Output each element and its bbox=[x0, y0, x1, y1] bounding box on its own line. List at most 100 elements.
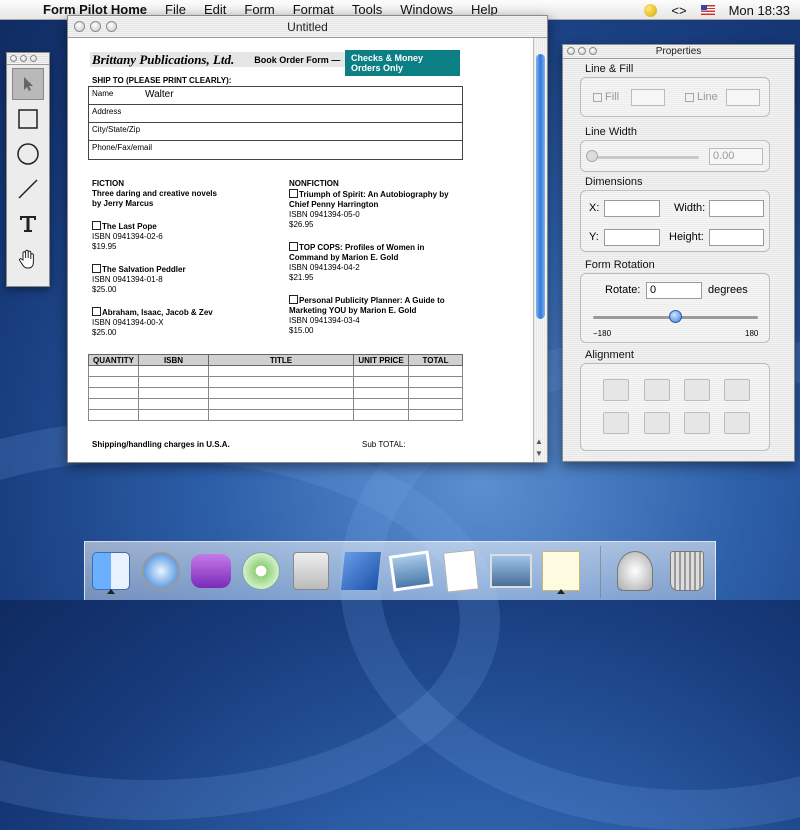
brand-name: Brittany Publications, Ltd. bbox=[92, 51, 235, 67]
finder-icon[interactable] bbox=[89, 548, 133, 594]
book-isbn: ISBN 0941394-05-0 bbox=[289, 210, 360, 219]
nonfiction-column: NONFICTION Triumph of Spirit: An Autobio… bbox=[289, 179, 449, 336]
order-table: QUANTITY ISBN TITLE UNIT PRICE TOTAL bbox=[88, 354, 463, 421]
form-pilot-icon[interactable] bbox=[539, 548, 583, 594]
form-label: Book Order Form — bbox=[254, 54, 341, 65]
mail-server-icon[interactable] bbox=[613, 548, 657, 594]
y-field[interactable] bbox=[604, 229, 660, 246]
dimensions-group: X: Width: Y: Height: bbox=[580, 190, 770, 252]
scroll-down-arrow-icon[interactable]: ▼ bbox=[535, 449, 543, 458]
book-title-line2: Chief Penny Harrington bbox=[289, 200, 379, 209]
itunes-icon[interactable] bbox=[239, 548, 283, 594]
us-flag-icon[interactable] bbox=[700, 5, 715, 15]
book-item: TOP COPS: Profiles of Women in Command by… bbox=[289, 242, 449, 283]
rotate-label: Rotate: bbox=[605, 284, 641, 296]
vertical-scrollbar[interactable]: ▲ ▼ bbox=[533, 38, 547, 462]
align-middle-button[interactable] bbox=[644, 379, 670, 401]
table-row[interactable] bbox=[88, 365, 463, 377]
name-value[interactable]: Walter bbox=[145, 89, 174, 100]
rotation-slider-knob[interactable] bbox=[669, 310, 682, 323]
table-row[interactable] bbox=[88, 398, 463, 410]
dock bbox=[84, 541, 716, 600]
table-row[interactable] bbox=[88, 376, 463, 388]
line-width-slider-knob[interactable] bbox=[586, 150, 598, 162]
palette-minimize-button[interactable] bbox=[20, 55, 27, 62]
rectangle-tool-button[interactable] bbox=[12, 103, 44, 135]
rotate-field[interactable]: 0 bbox=[646, 282, 702, 299]
address-field[interactable]: Address bbox=[89, 105, 462, 123]
table-row[interactable] bbox=[88, 409, 463, 421]
book-checkbox[interactable] bbox=[289, 242, 298, 251]
distribute-vertical-button[interactable] bbox=[724, 412, 750, 434]
properties-minimize-button[interactable] bbox=[578, 47, 586, 55]
height-field[interactable] bbox=[709, 229, 764, 246]
col-unit-price: UNIT PRICE bbox=[353, 354, 409, 366]
rotation-min-label: −180 bbox=[593, 329, 612, 338]
name-field[interactable]: Name Walter bbox=[89, 87, 462, 105]
align-bottom-button[interactable] bbox=[684, 379, 710, 401]
scroll-up-arrow-icon[interactable]: ▲ bbox=[535, 437, 543, 446]
book-title: Abraham, Isaac, Jacob & Zev bbox=[102, 308, 213, 317]
book-title: Triumph of Spirit: An Autobiography by bbox=[299, 190, 449, 199]
properties-close-button[interactable] bbox=[567, 47, 575, 55]
shipping-label: Shipping/handling charges in U.S.A. bbox=[92, 440, 230, 449]
properties-panel: Properties Line & Fill Fill Line Line Wi… bbox=[562, 44, 795, 462]
width-field[interactable] bbox=[709, 200, 764, 217]
book-checkbox[interactable] bbox=[289, 295, 298, 304]
table-row[interactable] bbox=[88, 387, 463, 399]
book-checkbox[interactable] bbox=[92, 264, 101, 273]
preview-icon[interactable] bbox=[489, 548, 533, 594]
book-price: $26.95 bbox=[289, 220, 314, 229]
status-icon[interactable] bbox=[644, 3, 658, 17]
align-right-button[interactable] bbox=[724, 379, 750, 401]
x-field[interactable] bbox=[604, 200, 660, 217]
book-checkbox[interactable] bbox=[92, 307, 101, 316]
textedit-icon[interactable] bbox=[439, 548, 483, 594]
distribute-horizontal-button[interactable] bbox=[684, 412, 710, 434]
code-menu-icon[interactable]: <> bbox=[671, 3, 686, 18]
align-left-button[interactable] bbox=[603, 412, 629, 434]
safari-icon[interactable] bbox=[139, 548, 183, 594]
book-item: Triumph of Spirit: An Autobiography by Ch… bbox=[289, 189, 449, 230]
menubar-clock[interactable]: Mon 18:33 bbox=[729, 3, 790, 18]
line-fill-label: Line & Fill bbox=[585, 63, 634, 75]
brand-header: Brittany Publications, Ltd. Book Order F… bbox=[90, 50, 460, 76]
book-price: $19.95 bbox=[92, 242, 117, 251]
fill-checkbox[interactable] bbox=[593, 93, 602, 102]
line-width-slider-track[interactable] bbox=[589, 156, 699, 159]
mail-icon[interactable] bbox=[189, 548, 233, 594]
fill-color-well[interactable] bbox=[631, 89, 665, 106]
align-center-button[interactable] bbox=[644, 412, 670, 434]
ship-to-table: Name Walter Address City/State/Zip Phone/… bbox=[88, 86, 463, 160]
line-width-group: 0.00 bbox=[580, 140, 770, 172]
trash-icon[interactable] bbox=[665, 548, 709, 594]
minimize-button[interactable] bbox=[90, 21, 101, 32]
close-button[interactable] bbox=[74, 21, 85, 32]
align-top-button[interactable] bbox=[603, 379, 629, 401]
scroll-thumb[interactable] bbox=[536, 54, 545, 319]
rectangle-icon bbox=[18, 109, 38, 129]
book-checkbox[interactable] bbox=[289, 189, 298, 198]
properties-zoom-button[interactable] bbox=[589, 47, 597, 55]
line-width-field[interactable]: 0.00 bbox=[709, 148, 763, 165]
book-checkbox[interactable] bbox=[92, 221, 101, 230]
line-checkbox[interactable] bbox=[685, 93, 694, 102]
book-price: $15.00 bbox=[289, 326, 314, 335]
zoom-button[interactable] bbox=[106, 21, 117, 32]
line-tool-button[interactable] bbox=[12, 173, 44, 205]
arrow-tool-button[interactable] bbox=[12, 68, 44, 100]
palette-close-button[interactable] bbox=[10, 55, 17, 62]
iphoto-icon[interactable] bbox=[388, 548, 434, 594]
ellipse-tool-button[interactable] bbox=[12, 138, 44, 170]
palette-zoom-button[interactable] bbox=[30, 55, 37, 62]
text-tool-button[interactable] bbox=[12, 208, 44, 240]
system-preferences-icon[interactable] bbox=[289, 548, 333, 594]
xcode-icon[interactable] bbox=[339, 548, 383, 594]
phone-field[interactable]: Phone/Fax/email bbox=[89, 141, 462, 159]
form-canvas[interactable]: Brittany Publications, Ltd. Book Order F… bbox=[68, 38, 534, 462]
line-color-well[interactable] bbox=[726, 89, 760, 106]
book-title: The Last Pope bbox=[102, 222, 157, 231]
hand-tool-button[interactable] bbox=[12, 243, 44, 275]
city-field[interactable]: City/State/Zip bbox=[89, 123, 462, 141]
city-label: City/State/Zip bbox=[92, 125, 141, 134]
